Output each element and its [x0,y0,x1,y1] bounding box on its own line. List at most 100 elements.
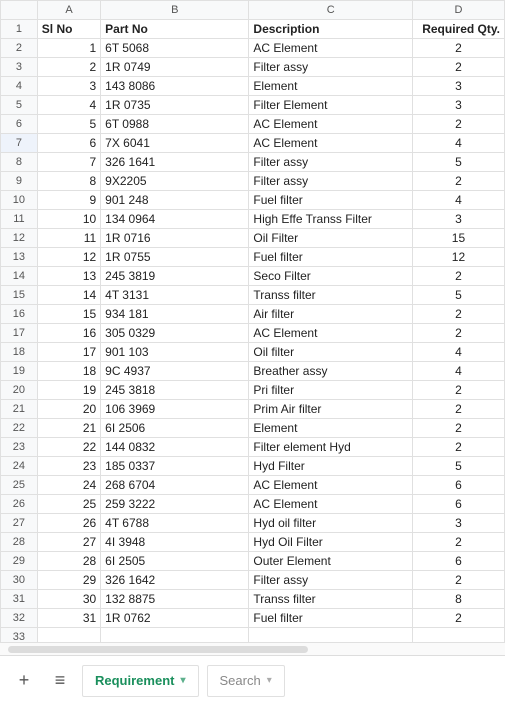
row-header[interactable]: 6 [1,115,38,134]
row-header[interactable]: 4 [1,77,38,96]
cell[interactable]: Pri filter [249,381,413,400]
cell[interactable]: 26 [37,514,100,533]
cell[interactable]: 1R 0749 [101,58,249,77]
cell[interactable]: Outer Element [249,552,413,571]
row-header[interactable]: 1 [1,20,38,39]
cell[interactable]: 15 [37,305,100,324]
cell[interactable]: Filter assy [249,58,413,77]
cell[interactable]: 8 [37,172,100,191]
tab-requirement[interactable]: Requirement ▾ [82,665,199,697]
cell[interactable]: Filter element Hyd [249,438,413,457]
cell[interactable]: 4 [37,96,100,115]
row-header[interactable]: 32 [1,609,38,628]
cell[interactable]: 326 1642 [101,571,249,590]
cell[interactable]: 5 [412,153,504,172]
cell[interactable]: 259 3222 [101,495,249,514]
cell[interactable]: 28 [37,552,100,571]
cell[interactable]: 3 [412,210,504,229]
cell[interactable]: 12 [412,248,504,267]
cell[interactable]: 30 [37,590,100,609]
cell[interactable]: 8 [412,590,504,609]
cell[interactable]: 13 [37,267,100,286]
cell[interactable]: 1 [37,39,100,58]
cell[interactable]: 9 [37,191,100,210]
cell[interactable]: 9X2205 [101,172,249,191]
cell[interactable]: 326 1641 [101,153,249,172]
cell[interactable]: 2 [412,58,504,77]
col-header-D[interactable]: D [412,1,504,20]
cell[interactable]: 245 3818 [101,381,249,400]
cell[interactable]: 3 [412,96,504,115]
cell[interactable]: 934 181 [101,305,249,324]
cell[interactable]: Oil filter [249,343,413,362]
cell[interactable]: 4 [412,343,504,362]
cell[interactable]: 1R 0762 [101,609,249,628]
row-header[interactable]: 25 [1,476,38,495]
cell[interactable]: 2 [37,58,100,77]
cell[interactable]: AC Element [249,495,413,514]
cell[interactable] [37,628,100,642]
cell[interactable]: 6T 0988 [101,115,249,134]
cell[interactable]: 2 [412,400,504,419]
cell[interactable]: 4 [412,362,504,381]
cell[interactable]: 185 0337 [101,457,249,476]
cell[interactable]: 3 [37,77,100,96]
cell[interactable]: 2 [412,267,504,286]
row-header[interactable]: 26 [1,495,38,514]
row-header[interactable]: 22 [1,419,38,438]
cell[interactable]: High Effe Transs Filter [249,210,413,229]
cell[interactable]: 10 [37,210,100,229]
cell[interactable]: 20 [37,400,100,419]
row-header[interactable]: 29 [1,552,38,571]
cell[interactable]: Element [249,419,413,438]
cell[interactable]: 143 8086 [101,77,249,96]
cell[interactable]: 25 [37,495,100,514]
row-header[interactable]: 9 [1,172,38,191]
cell[interactable]: Filter assy [249,153,413,172]
cell[interactable]: Prim Air filter [249,400,413,419]
cell[interactable]: 23 [37,457,100,476]
cell[interactable]: 3 [412,514,504,533]
cell[interactable]: 21 [37,419,100,438]
cell[interactable]: 1R 0716 [101,229,249,248]
cell[interactable]: 2 [412,381,504,400]
cell[interactable]: 268 6704 [101,476,249,495]
cell[interactable]: 1R 0735 [101,96,249,115]
cell[interactable]: 5 [37,115,100,134]
cell[interactable]: 4 [412,134,504,153]
cell[interactable]: 6 [412,495,504,514]
cell[interactable]: 18 [37,362,100,381]
cell[interactable]: Description [249,20,413,39]
cell[interactable]: Element [249,77,413,96]
cell[interactable]: Breather assy [249,362,413,381]
cell[interactable]: Filter assy [249,571,413,590]
row-header[interactable]: 8 [1,153,38,172]
row-header[interactable]: 24 [1,457,38,476]
cell[interactable]: 27 [37,533,100,552]
cell[interactable]: Seco Filter [249,267,413,286]
cell[interactable]: 132 8875 [101,590,249,609]
cell[interactable]: 6 [412,552,504,571]
cell[interactable]: 4T 3131 [101,286,249,305]
add-sheet-button[interactable]: + [10,667,38,695]
cell[interactable] [101,628,249,642]
row-header[interactable]: 28 [1,533,38,552]
cell[interactable]: Filter assy [249,172,413,191]
row-header[interactable]: 13 [1,248,38,267]
row-header[interactable]: 14 [1,267,38,286]
cell[interactable]: Fuel filter [249,248,413,267]
cell[interactable]: 4I 3948 [101,533,249,552]
cell[interactable]: 6I 2505 [101,552,249,571]
cell[interactable]: AC Element [249,115,413,134]
col-header-B[interactable]: B [101,1,249,20]
row-header[interactable]: 27 [1,514,38,533]
row-header[interactable]: 21 [1,400,38,419]
cell[interactable]: Hyd Filter [249,457,413,476]
cell[interactable]: 6I 2506 [101,419,249,438]
cell[interactable]: 5 [412,457,504,476]
cell[interactable]: 144 0832 [101,438,249,457]
cell[interactable]: 2 [412,115,504,134]
cell[interactable]: 2 [412,571,504,590]
row-header[interactable]: 18 [1,343,38,362]
cell[interactable] [249,628,413,642]
